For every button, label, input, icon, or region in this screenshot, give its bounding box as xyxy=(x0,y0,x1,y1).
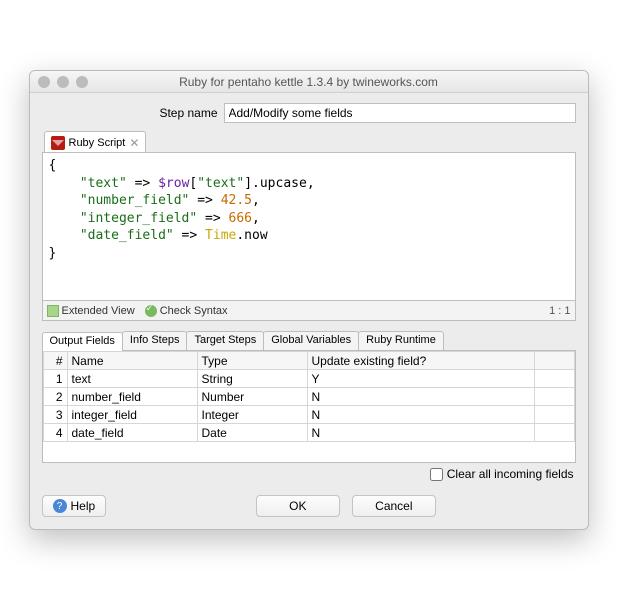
titlebar: Ruby for pentaho kettle 1.3.4 by twinewo… xyxy=(30,71,588,93)
col-name: Name xyxy=(67,352,197,370)
tab-ruby-script[interactable]: Ruby Script ✕ xyxy=(44,131,147,152)
extended-view-icon xyxy=(47,305,59,317)
window-title: Ruby for pentaho kettle 1.3.4 by twinewo… xyxy=(30,75,588,89)
stepname-label: Step name xyxy=(42,106,218,120)
help-button[interactable]: ? Help xyxy=(42,495,107,517)
table-row[interactable]: 1 text String Y xyxy=(43,370,574,388)
clear-incoming-checkbox[interactable] xyxy=(430,468,443,481)
script-tab-label: Ruby Script xyxy=(69,137,126,149)
col-type: Type xyxy=(197,352,307,370)
table-row[interactable]: 2 number_field Number N xyxy=(43,388,574,406)
script-tab-row: Ruby Script ✕ xyxy=(42,131,576,153)
traffic-lights xyxy=(38,76,88,88)
cancel-button[interactable]: Cancel xyxy=(352,495,436,517)
subtab-row: Output Fields Info Steps Target Steps Gl… xyxy=(42,331,576,351)
col-update: Update existing field? xyxy=(307,352,534,370)
stepname-input[interactable] xyxy=(224,103,576,123)
check-syntax-icon xyxy=(145,305,157,317)
code-editor[interactable]: { "text" => $row["text"].upcase, "number… xyxy=(42,153,576,301)
table-row[interactable]: 3 integer_field Integer N xyxy=(43,406,574,424)
table-header-row: # Name Type Update existing field? xyxy=(43,352,574,370)
close-icon[interactable] xyxy=(38,76,50,88)
ruby-icon xyxy=(51,136,65,150)
extended-view-button[interactable]: Extended View xyxy=(47,305,135,317)
zoom-icon[interactable] xyxy=(76,76,88,88)
dialog-window: Ruby for pentaho kettle 1.3.4 by twinewo… xyxy=(29,70,589,530)
dialog-body: Step name Ruby Script ✕ { "text" => $row… xyxy=(30,93,588,529)
tab-target-steps[interactable]: Target Steps xyxy=(186,331,264,350)
check-syntax-button[interactable]: Check Syntax xyxy=(145,305,228,317)
col-spare xyxy=(534,352,574,370)
tab-global-variables[interactable]: Global Variables xyxy=(263,331,359,350)
col-index: # xyxy=(43,352,67,370)
help-icon: ? xyxy=(53,499,67,513)
tab-info-steps[interactable]: Info Steps xyxy=(122,331,188,350)
editor-toolbar: Extended View Check Syntax 1 : 1 xyxy=(42,301,576,321)
table-row[interactable]: 4 date_field Date N xyxy=(43,424,574,442)
minimize-icon[interactable] xyxy=(57,76,69,88)
tab-ruby-runtime[interactable]: Ruby Runtime xyxy=(358,331,444,350)
close-tab-icon[interactable]: ✕ xyxy=(129,136,139,150)
tab-output-fields[interactable]: Output Fields xyxy=(42,332,123,351)
cursor-position: 1 : 1 xyxy=(549,305,570,317)
clear-incoming-label: Clear all incoming fields xyxy=(447,467,574,481)
ok-button[interactable]: OK xyxy=(256,495,340,517)
output-fields-grid[interactable]: # Name Type Update existing field? 1 tex… xyxy=(42,351,576,463)
